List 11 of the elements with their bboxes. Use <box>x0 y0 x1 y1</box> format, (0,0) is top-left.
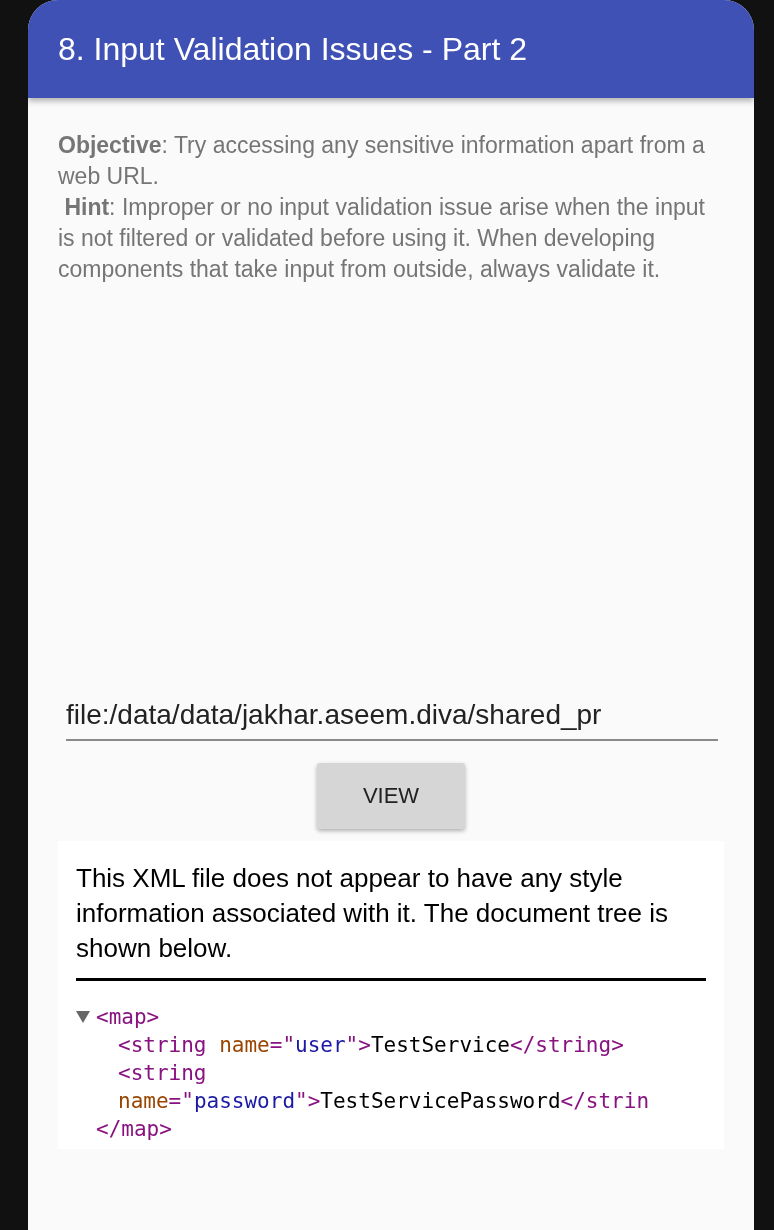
xml-code-line: <string name="user">TestService</string> <box>118 1032 625 1059</box>
description-text: Objective: Try accessing any sensitive information apart from a web URL. Hint: Improper or no input validation issue arise when the input is not filtered or validated before using it. When developing components that take input from outside, always validate it. <box>58 131 706 284</box>
collapse-triangle-icon[interactable] <box>76 1011 90 1023</box>
xml-tag: <map> <box>96 1003 160 1031</box>
app-bar-title: 8. Input Validation Issues - Part 2 <box>58 30 527 68</box>
xml-code-line: <string <box>118 1060 208 1087</box>
view-button[interactable]: VIEW <box>317 763 465 829</box>
xml-code-line: name="password">TestServicePassword</strin <box>118 1088 651 1115</box>
xml-tag: </map> <box>96 1115 172 1143</box>
url-input-field[interactable]: file:/data/data/jakhar.aseem.diva/shared_pr <box>66 695 718 741</box>
xml-notice-text: This XML file does not appear to have any style information associated with it. The document tree is shown below. <box>76 862 670 965</box>
